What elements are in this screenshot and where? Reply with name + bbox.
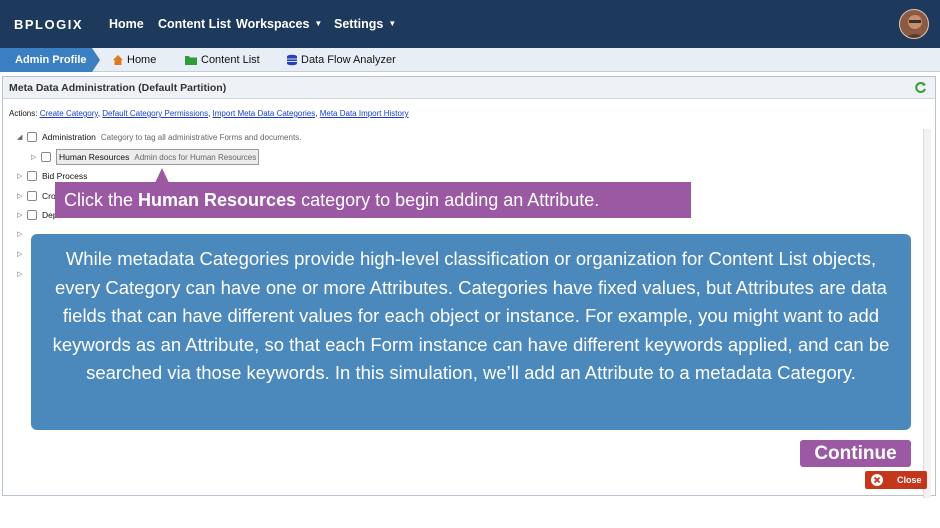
administration-checkbox[interactable] <box>27 132 37 142</box>
collapsed-triangle-icon[interactable]: ▷ <box>17 211 27 219</box>
tree-item-cross[interactable]: ▷ Cros <box>17 191 60 201</box>
tree-item-bid-process[interactable]: ▷ Bid Process <box>17 171 87 181</box>
user-avatar[interactable] <box>899 9 929 39</box>
bid-process-checkbox[interactable] <box>27 171 37 181</box>
info-box: While metadata Categories provide high-l… <box>31 234 911 430</box>
nav-settings-label: Settings <box>334 17 384 31</box>
hint-suffix: category to begin adding an Attribute. <box>296 190 600 210</box>
home-icon <box>112 51 124 75</box>
nav-content-list[interactable]: Content List <box>158 17 231 31</box>
collapsed-triangle-icon[interactable]: ▷ <box>17 192 27 200</box>
import-meta-data-categories-link[interactable]: Import Meta Data Categories <box>213 109 316 118</box>
chevron-down-icon: ▼ <box>388 19 397 28</box>
collapsed-triangle-icon[interactable]: ▷ <box>31 153 41 161</box>
tree-item-desc: Category to tag all administrative Forms… <box>100 132 302 142</box>
tree-item-administration[interactable]: ◢ Administration Category to tag all adm… <box>17 132 301 142</box>
hint-emphasis: Human Resources <box>138 190 297 210</box>
instruction-callout: Click the Human Resources category to be… <box>55 182 691 218</box>
tree-item-label: Administration <box>42 132 96 142</box>
bottom-strip <box>0 498 940 528</box>
tree-item-label: Bid Process <box>42 171 88 181</box>
breadcrumb-home-label: Home <box>127 54 157 66</box>
hint-prefix: Click the <box>64 190 139 210</box>
breadcrumb-admin-profile[interactable]: Admin Profile <box>0 48 100 72</box>
expanded-triangle-icon[interactable]: ◢ <box>17 133 27 141</box>
nav-home[interactable]: Home <box>109 17 144 31</box>
actions-label: Actions: <box>9 109 38 118</box>
human-resources-category[interactable]: Human Resources Admin docs for Human Res… <box>56 149 260 165</box>
tree-item[interactable]: ▷ <box>17 250 27 258</box>
meta-data-import-history-link[interactable]: Meta Data Import History <box>320 109 409 118</box>
continue-button[interactable]: Continue <box>800 440 911 467</box>
breadcrumb: Admin Profile Home Content List Data Flo… <box>0 48 940 72</box>
tree-item-human-resources[interactable]: ▷ Human Resources Admin docs for Human R… <box>31 149 260 165</box>
close-label: Close <box>897 475 922 485</box>
collapsed-triangle-icon[interactable]: ▷ <box>17 172 27 180</box>
actions-bar: Actions: Create Category, Default Catego… <box>9 109 409 118</box>
nav-settings[interactable]: Settings ▼ <box>334 17 396 31</box>
folder-icon <box>184 51 198 75</box>
top-nav-bar: BPLOGIX Home Content List Workspaces ▼ Se… <box>0 0 940 48</box>
close-icon <box>871 474 883 486</box>
create-category-link[interactable]: Create Category <box>40 109 98 118</box>
collapsed-triangle-icon[interactable]: ▷ <box>17 270 27 278</box>
tree-item-desc: Admin docs for Human Resources <box>134 152 257 162</box>
dept-checkbox[interactable] <box>27 210 37 220</box>
nav-workspaces[interactable]: Workspaces ▼ <box>236 17 322 31</box>
bplogix-logo: BPLOGIX <box>14 17 84 32</box>
chevron-down-icon: ▼ <box>314 19 323 28</box>
breadcrumb-content-list[interactable]: Content List <box>184 48 260 72</box>
tree-item[interactable]: ▷ <box>17 230 27 238</box>
tree-item[interactable]: ▷ <box>17 270 27 278</box>
human-resources-checkbox[interactable] <box>41 152 51 162</box>
cross-checkbox[interactable] <box>27 191 37 201</box>
refresh-icon[interactable] <box>914 81 927 99</box>
database-icon <box>286 51 298 75</box>
close-button[interactable]: Close <box>865 471 927 489</box>
breadcrumb-data-flow-label: Data Flow Analyzer <box>301 54 396 66</box>
page-title: Meta Data Administration (Default Partit… <box>9 82 227 94</box>
vertical-scrollbar[interactable] <box>923 129 931 528</box>
default-category-permissions-link[interactable]: Default Category Permissions <box>102 109 208 118</box>
breadcrumb-home[interactable]: Home <box>112 48 156 72</box>
breadcrumb-content-list-label: Content List <box>201 54 260 66</box>
panel-header: Meta Data Administration (Default Partit… <box>3 77 935 99</box>
tree-item-label: Human Resources <box>59 152 130 162</box>
nav-workspaces-label: Workspaces <box>236 17 310 31</box>
collapsed-triangle-icon[interactable]: ▷ <box>17 250 27 258</box>
callout-pointer-arrow <box>155 168 169 183</box>
collapsed-triangle-icon[interactable]: ▷ <box>17 230 27 238</box>
breadcrumb-data-flow-analyzer[interactable]: Data Flow Analyzer <box>286 48 396 72</box>
